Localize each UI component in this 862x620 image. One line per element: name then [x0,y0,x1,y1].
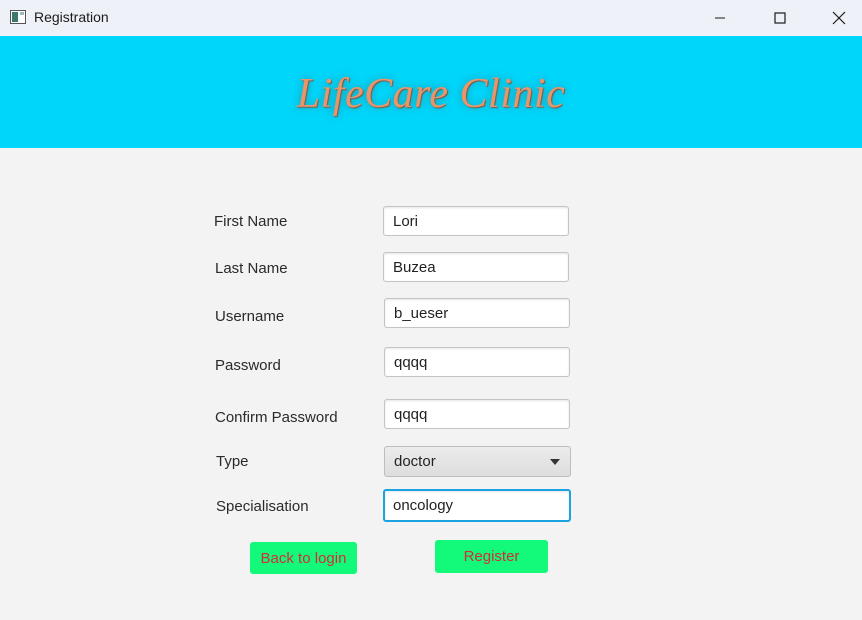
confirm-password-label: Confirm Password [215,409,338,426]
close-button[interactable] [810,0,862,36]
first-name-field[interactable] [383,206,569,236]
type-dropdown[interactable]: doctor [384,446,571,477]
header-banner: LifeCare Clinic [0,36,862,148]
minimize-button[interactable] [691,0,749,36]
username-label: Username [215,308,285,325]
password-label: Password [215,357,281,374]
app-window-icon [10,10,26,24]
clinic-brand-title: LifeCare Clinic [296,71,566,117]
username-field[interactable] [384,298,570,328]
register-button[interactable]: Register [435,540,548,573]
last-name-field[interactable] [383,252,569,282]
window-title: Registration [34,9,109,25]
first-name-label: First Name [214,213,288,230]
chevron-down-icon [550,459,560,465]
specialisation-label: Specialisation [216,498,309,515]
specialisation-field[interactable] [383,489,571,522]
maximize-button[interactable] [751,0,809,36]
type-selected-value: doctor [394,453,436,470]
type-label: Type [216,453,249,470]
back-to-login-button[interactable]: Back to login [250,542,357,574]
last-name-label: Last Name [215,260,288,277]
close-icon [832,11,846,25]
confirm-password-field[interactable] [384,399,570,429]
minimize-icon [715,17,725,19]
maximize-icon [774,12,786,24]
title-bar: Registration [0,0,862,36]
password-field[interactable] [384,347,570,377]
